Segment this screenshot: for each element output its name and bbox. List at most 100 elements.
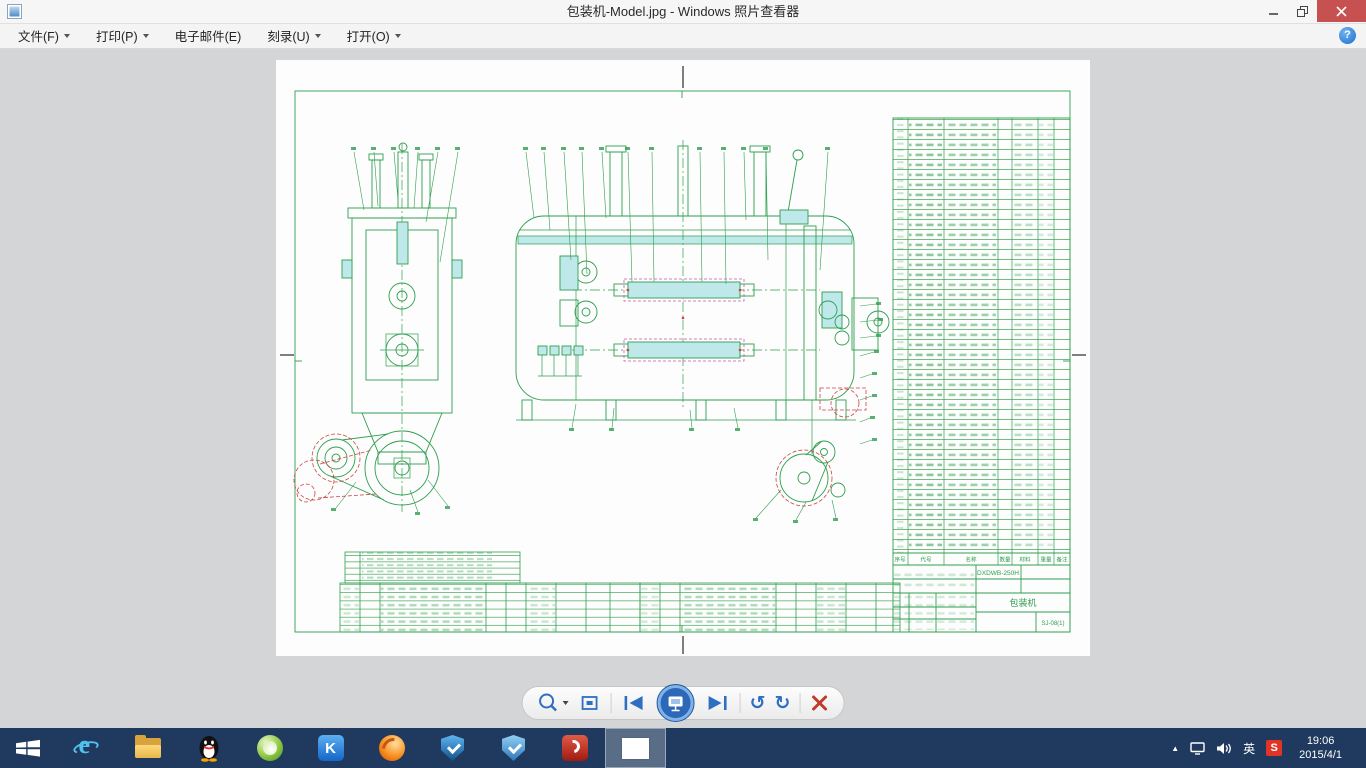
windows-logo-icon [15, 738, 41, 758]
delete-button[interactable] [809, 689, 829, 717]
actual-size-icon [578, 691, 602, 715]
title-block-drawing-no: SJ-08(1) [1041, 621, 1064, 627]
slideshow-button[interactable] [656, 683, 696, 723]
shield-icon [502, 735, 525, 761]
ime-indicator[interactable]: 英 [1243, 740, 1255, 757]
taskbar-item-photo-viewer[interactable] [605, 728, 666, 768]
orange-sphere-icon [379, 735, 405, 761]
taskbar-item-antivirus[interactable] [422, 728, 483, 768]
previous-icon [621, 693, 647, 713]
menu-file-label: 文件(F) [18, 26, 59, 45]
taskbar-item-internet-explorer[interactable]: e [56, 728, 117, 768]
close-icon [1336, 6, 1347, 17]
svg-text:材料: 材料 [1019, 556, 1031, 564]
chevron-down-icon [563, 701, 569, 705]
menu-print[interactable]: 打印(P) [86, 22, 159, 49]
belt-drive-detail [294, 434, 376, 502]
globe-icon [257, 735, 283, 761]
clock-time: 19:06 [1299, 734, 1342, 748]
photo-sheet: 序号 代号 名称 数量 材料 重量 备注 [276, 60, 1090, 656]
svg-text:代号: 代号 [920, 556, 932, 564]
taskbar: e K ▲ [0, 728, 1366, 768]
hidden-icons-arrow[interactable]: ▲ [1171, 744, 1179, 753]
delete-icon [809, 693, 829, 713]
taskbar-item-security[interactable] [483, 728, 544, 768]
revision-table-right [640, 583, 900, 632]
menu-open[interactable]: 打开(O) [337, 22, 411, 49]
qq-penguin-icon [196, 734, 222, 762]
restore-button[interactable] [1288, 0, 1317, 22]
title-block-product: 包装机 [1009, 597, 1036, 608]
taskbar-item-360-se-browser[interactable] [361, 728, 422, 768]
revision-table-left [340, 583, 640, 632]
menu-email-label: 电子邮件(E) [175, 26, 242, 45]
menu-burn[interactable]: 刻录(U) [257, 22, 330, 49]
restore-icon [1297, 6, 1309, 17]
titlebar: 包装机-Model.jpg - Windows 照片查看器 [0, 0, 1366, 24]
minimize-button[interactable] [1259, 0, 1288, 22]
separator [740, 693, 741, 713]
parts-list-header: 序号 代号 名称 数量 材料 重量 备注 [894, 556, 1068, 564]
chevron-down-icon [315, 34, 321, 38]
menu-open-label: 打开(O) [347, 26, 390, 45]
actual-size-button[interactable] [578, 689, 602, 717]
taskbar-item-file-explorer[interactable] [117, 728, 178, 768]
display-icon[interactable] [1190, 742, 1205, 755]
taskbar-item-qq[interactable] [178, 728, 239, 768]
window-title: 包装机-Model.jpg - Windows 照片查看器 [0, 0, 1366, 23]
folder-icon [135, 738, 161, 758]
close-button[interactable] [1317, 0, 1366, 22]
rotate-counterclockwise-button[interactable]: ↺ [750, 689, 766, 717]
start-button[interactable] [0, 728, 56, 768]
svg-text:数量: 数量 [999, 556, 1011, 564]
menu-file[interactable]: 文件(F) [8, 22, 80, 49]
internet-explorer-icon: e [73, 734, 101, 762]
ie-letter: e [79, 730, 91, 760]
menu-print-label: 打印(P) [96, 26, 138, 45]
title-block: DXDWB-250H 包装机 SJ-08(1) [893, 565, 1070, 632]
chevron-down-icon [143, 34, 149, 38]
taskbar-item-reader[interactable] [544, 728, 605, 768]
main-view [516, 140, 889, 523]
zoom-button[interactable] [537, 689, 569, 717]
title-block-model: DXDWB-250H [977, 570, 1019, 577]
separator [611, 693, 612, 713]
help-icon[interactable]: ? [1339, 27, 1356, 44]
taskbar-item-k-player[interactable]: K [300, 728, 361, 768]
shield-icon [441, 735, 464, 761]
volume-icon[interactable] [1216, 742, 1232, 755]
svg-text:序号: 序号 [894, 556, 906, 564]
menu-burn-label: 刻录(U) [267, 26, 309, 45]
clock[interactable]: 19:06 2015/4/1 [1299, 734, 1342, 762]
rotate-clockwise-button[interactable]: ↻ [775, 689, 791, 717]
detail-markers [776, 388, 866, 506]
svg-text:名称: 名称 [965, 556, 977, 564]
reader-icon [562, 735, 588, 761]
chevron-down-icon [64, 34, 70, 38]
chevron-down-icon [395, 34, 401, 38]
rotate-ccw-icon: ↺ [750, 694, 766, 713]
taskbar-item-360-browser[interactable] [239, 728, 300, 768]
parts-list-table: 序号 代号 名称 数量 材料 重量 备注 [893, 118, 1070, 565]
system-tray: ▲ 英 S 19:06 2015/4/1 [1171, 728, 1366, 768]
svg-text:重量: 重量 [1040, 556, 1052, 564]
menubar: 文件(F) 打印(P) 电子邮件(E) 刻录(U) 打开(O) ? [0, 23, 1366, 49]
svg-text:备注: 备注 [1056, 556, 1068, 564]
previous-button[interactable] [621, 689, 647, 717]
minimize-icon [1268, 6, 1279, 17]
sogou-icon[interactable]: S [1266, 740, 1282, 756]
next-icon [705, 693, 731, 713]
slideshow-icon [656, 683, 696, 723]
magnifier-icon [537, 691, 561, 715]
rotate-cw-icon: ↻ [775, 694, 791, 713]
k-tile-icon: K [318, 735, 344, 761]
photo-viewer-icon [622, 738, 649, 759]
viewer-toolbar: ↺ ↻ [522, 686, 845, 720]
viewer-canvas: 序号 代号 名称 数量 材料 重量 备注 [0, 49, 1366, 728]
next-button[interactable] [705, 689, 731, 717]
cad-drawing: 序号 代号 名称 数量 材料 重量 备注 [276, 60, 1090, 656]
menu-email[interactable]: 电子邮件(E) [165, 22, 252, 49]
notes-list [345, 552, 520, 583]
separator [799, 693, 800, 713]
clock-date: 2015/4/1 [1299, 748, 1342, 762]
